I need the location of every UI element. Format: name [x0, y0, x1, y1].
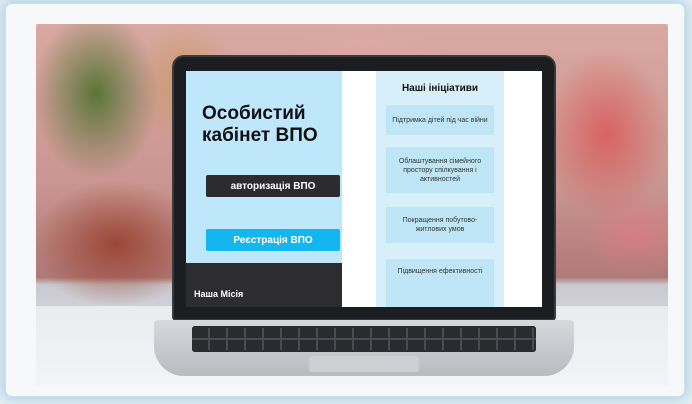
initiatives-title: Наші ініціативи — [401, 83, 479, 94]
mission-section: Наша Місія — [186, 263, 342, 307]
laptop-trackpad — [309, 356, 419, 372]
initiatives-panel: Наші ініціативи Підтримка дітей під час … — [376, 71, 504, 307]
initiative-card[interactable]: Покращення побутово-житлових умов — [386, 207, 494, 243]
laptop-keyboard — [192, 326, 536, 352]
register-button[interactable]: Реєстрація ВПО — [206, 229, 340, 251]
initiative-card[interactable]: Облаштування сімейного простору спілкува… — [386, 147, 494, 193]
initiative-card[interactable]: Підтримка дітей під час війни — [386, 105, 494, 135]
laptop-lid: Особистий кабінет ВПО авторизація ВПО Ре… — [174, 57, 554, 319]
laptop-screen: Особистий кабінет ВПО авторизація ВПО Ре… — [186, 71, 542, 307]
laptop-photo: Особистий кабінет ВПО авторизація ВПО Ре… — [36, 24, 668, 386]
cabinet-title: Особистий кабінет ВПО — [202, 103, 318, 146]
mission-label: Наша Місія — [194, 289, 244, 299]
cabinet-panel: Особистий кабінет ВПО авторизація ВПО Ре… — [186, 71, 342, 307]
initiative-card[interactable]: Підвищення ефективності — [386, 259, 494, 307]
laptop-base — [154, 320, 574, 376]
image-frame: Особистий кабінет ВПО авторизація ВПО Ре… — [6, 4, 684, 396]
auth-button[interactable]: авторизація ВПО — [206, 175, 340, 197]
